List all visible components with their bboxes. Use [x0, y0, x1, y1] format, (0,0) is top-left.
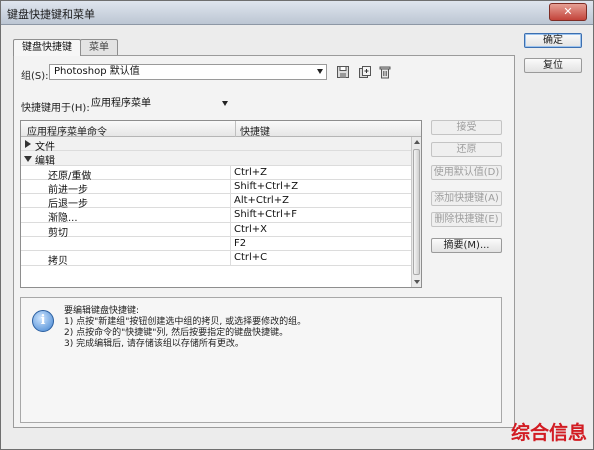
shortcuts-for-select[interactable]: 应用程序菜单: [87, 97, 231, 113]
column-divider: [235, 121, 236, 137]
shortcut-value: Shift+Ctrl+F: [234, 209, 298, 221]
new-set-icon[interactable]: [358, 65, 372, 79]
shortcut-value: Ctrl+X: [234, 223, 268, 235]
table-body: 文件 编辑 还原/重做 Ctrl+Z 前进一步 Shift+Ctrl+Z 后退一…: [21, 137, 411, 268]
shortcut-value: Ctrl+Z: [234, 166, 268, 178]
close-button[interactable]: ✕: [549, 3, 587, 21]
group-label: 组(S):: [21, 71, 49, 82]
watermark: 综合信息: [510, 422, 587, 444]
shortcut-value: Shift+Ctrl+Z: [234, 180, 299, 192]
info-icon: i: [32, 310, 54, 332]
chevron-down-icon: [222, 101, 228, 106]
expand-arrow-icon[interactable]: [25, 140, 31, 148]
undo-button[interactable]: 还原: [431, 142, 502, 157]
use-default-button[interactable]: 使用默认值(D): [431, 165, 502, 180]
scroll-down-icon[interactable]: [414, 280, 420, 284]
close-icon: ✕: [563, 5, 573, 18]
group-select-value: Photoshop 默认值: [54, 66, 140, 77]
scrollbar-thumb[interactable]: [413, 149, 420, 275]
scroll-up-icon[interactable]: [414, 140, 420, 144]
table-row[interactable]: 还原/重做 Ctrl+Z: [21, 165, 411, 182]
title-bar[interactable]: 键盘快捷键和菜单 ✕: [1, 1, 593, 25]
shortcuts-for-value: 应用程序菜单: [91, 98, 151, 109]
vertical-scrollbar[interactable]: [411, 137, 421, 287]
chevron-down-icon: [317, 69, 323, 74]
group-select[interactable]: Photoshop 默认值: [49, 64, 327, 80]
dialog-title: 键盘快捷键和菜单: [7, 8, 95, 21]
info-line: 1) 点按"新建组"按钮创建选中组的拷贝, 或选择要修改的组。: [64, 317, 307, 327]
collapse-arrow-icon[interactable]: [24, 156, 32, 163]
ok-button[interactable]: 确定: [524, 33, 582, 48]
table-row[interactable]: 剪切 Ctrl+X: [21, 222, 411, 239]
shortcuts-table: 应用程序菜单命令 快捷键 文件 编辑 还原/重做 Ctrl+Z 前进一步 Shi…: [20, 120, 422, 288]
info-line: 要编辑键盘快捷键:: [64, 306, 140, 316]
column-header-command[interactable]: 应用程序菜单命令: [27, 123, 107, 138]
tab-menus[interactable]: 菜单: [80, 39, 118, 55]
reset-button[interactable]: 复位: [524, 58, 582, 73]
command-name: 拷贝: [48, 256, 68, 268]
accept-button[interactable]: 接受: [431, 120, 502, 135]
shortcut-value: Ctrl+C: [234, 252, 268, 264]
table-row-edit[interactable]: 编辑: [21, 151, 411, 167]
table-row[interactable]: F2: [21, 237, 411, 252]
tab-keyboard-shortcuts[interactable]: 键盘快捷键: [13, 39, 81, 56]
delete-shortcut-button[interactable]: 删除快捷键(E): [431, 212, 502, 227]
column-header-shortcut[interactable]: 快捷键: [240, 123, 270, 138]
shortcut-value: F2: [234, 238, 247, 250]
save-set-icon[interactable]: [336, 65, 350, 79]
shortcuts-for-label: 快捷键用于(H):: [21, 103, 90, 114]
info-text: 要编辑键盘快捷键: 1) 点按"新建组"按钮创建选中组的拷贝, 或选择要修改的组…: [64, 306, 306, 350]
shortcut-cell[interactable]: [230, 237, 411, 252]
keyboard-shortcuts-dialog: 键盘快捷键和菜单 ✕ 键盘快捷键 菜单 组(S): Photoshop 默认值 …: [0, 0, 594, 450]
table-row[interactable]: 拷贝 Ctrl+C: [21, 251, 411, 268]
table-header: 应用程序菜单命令 快捷键: [21, 121, 421, 138]
table-row[interactable]: 渐隐... Shift+Ctrl+F: [21, 208, 411, 224]
summarize-button[interactable]: 摘要(M)...: [431, 238, 502, 253]
info-line: 3) 完成编辑后, 请存储该组以存储所有更改。: [64, 339, 244, 349]
table-row[interactable]: 前进一步 Shift+Ctrl+Z: [21, 179, 411, 196]
info-line: 2) 点按命令的"快捷键"列, 然后按要指定的键盘快捷键。: [64, 328, 289, 338]
table-row-file[interactable]: 文件: [21, 137, 411, 153]
table-row[interactable]: 后退一步 Alt+Ctrl+Z: [21, 194, 411, 210]
shortcut-value: Alt+Ctrl+Z: [234, 195, 289, 207]
tab-bar: 键盘快捷键 菜单: [13, 39, 413, 56]
add-shortcut-button[interactable]: 添加快捷键(A): [431, 191, 502, 206]
info-box: i 要编辑键盘快捷键: 1) 点按"新建组"按钮创建选中组的拷贝, 或选择要修改…: [20, 297, 502, 423]
delete-set-icon[interactable]: [378, 65, 392, 79]
